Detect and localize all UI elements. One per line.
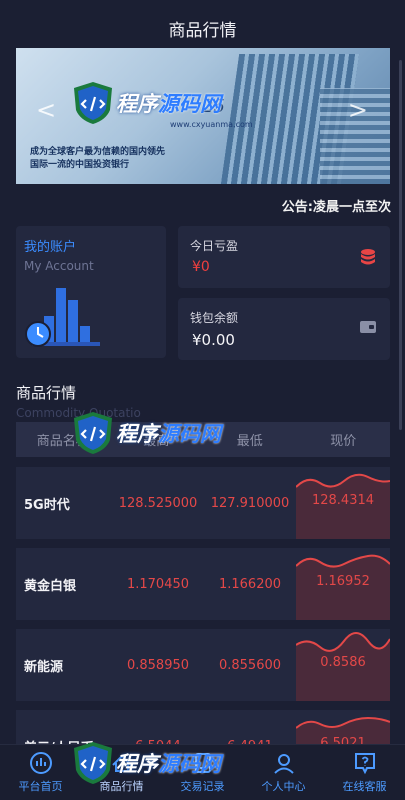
watermark-logo: 程序源码网 www.cxyuanma.com: [72, 80, 253, 129]
scrollbar[interactable]: [399, 60, 402, 430]
today-pnl-value: ¥0: [192, 259, 210, 275]
row-current: 128.4314: [311, 493, 375, 508]
nav-support[interactable]: 在线客服: [324, 745, 405, 800]
user-icon: [273, 754, 294, 774]
nav-market-label: 商品行情: [99, 780, 144, 793]
nav-support-label: 在线客服: [342, 780, 387, 793]
nav-market[interactable]: 商品行情: [81, 745, 162, 800]
today-pnl-label: 今日亏盈: [190, 239, 239, 253]
row-low: 0.855600: [218, 657, 282, 673]
record-icon: [194, 753, 211, 773]
row-low: 127.910000: [210, 495, 290, 511]
market-section-title: 商品行情: [16, 384, 77, 402]
row-name: 5G时代: [24, 497, 70, 513]
wallet-icon: [360, 321, 376, 333]
nav-records[interactable]: 交易记录: [162, 745, 243, 800]
banner-badge: 25: [202, 96, 225, 117]
nav-profile[interactable]: 个人中心: [243, 745, 324, 800]
row-high: 0.858950: [126, 657, 190, 673]
nav-home[interactable]: 平台首页: [0, 745, 81, 800]
promo-banner[interactable]: < > 25 成为全球客户最为信赖的国内领先 国际一流的中国投资银行 程序源码网…: [16, 48, 390, 184]
nav-records-label: 交易记录: [180, 780, 225, 793]
wallet-balance-card[interactable]: 钱包余额 ¥0.00: [178, 298, 390, 360]
market-row[interactable]: 新能源 0.858950 0.855600 0.8586: [16, 629, 390, 701]
banner-tagline-1: 成为全球客户最为信赖的国内领先: [30, 147, 166, 157]
banner-next-arrow[interactable]: >: [348, 96, 368, 124]
coins-icon: [361, 249, 375, 265]
page-title: 商品行情: [168, 20, 237, 41]
col-name: 商品名称: [36, 434, 89, 449]
nav-profile-label: 个人中心: [261, 780, 306, 793]
bar-chart-clock-icon: [25, 288, 100, 347]
row-current: 1.16952: [316, 574, 370, 589]
row-current-cell: 0.8586: [296, 629, 390, 701]
account-subtitle: My Account: [24, 259, 94, 273]
col-high: 最高: [143, 434, 170, 449]
col-current: 现价: [330, 434, 357, 449]
market-table-header: 商品名称 最高 最低 现价: [16, 422, 390, 457]
market-section-subtitle: Commodity Quotatio: [16, 406, 141, 420]
watermark-shield-icon: [74, 82, 112, 124]
wallet-value: ¥0.00: [192, 331, 235, 349]
row-high: 1.170450: [126, 576, 190, 592]
col-low: 最低: [236, 434, 263, 449]
watermark-text-1: 程序: [116, 92, 158, 116]
row-current-cell: 1.16952: [296, 548, 390, 620]
banner-tagline-2: 国际一流的中国投资银行: [30, 160, 130, 170]
banner-prev-arrow[interactable]: <: [36, 96, 56, 124]
nav-home-label: 平台首页: [18, 780, 63, 793]
row-high: 128.525000: [118, 495, 198, 511]
help-chat-icon: [354, 753, 375, 775]
row-current: 0.8586: [320, 655, 366, 670]
row-current-cell: 128.4314: [296, 467, 390, 539]
wallet-label: 钱包余额: [190, 311, 239, 325]
notice-marquee[interactable]: 公告:凌晨一点至次: [282, 196, 391, 215]
bottom-nav: 平台首页 商品行情 交易记录 个人中心 在线客服: [0, 744, 405, 800]
market-icon: [111, 754, 132, 772]
my-account-card[interactable]: 我的账户 My Account: [16, 226, 166, 358]
row-name: 新能源: [24, 659, 64, 675]
today-pnl-card[interactable]: 今日亏盈 ¥0: [178, 226, 390, 288]
home-coin-icon: [29, 752, 52, 774]
row-low: 1.166200: [218, 576, 282, 592]
account-title: 我的账户: [24, 240, 77, 255]
market-row[interactable]: 黄金白银 1.170450 1.166200 1.16952: [16, 548, 390, 620]
market-row[interactable]: 5G时代 128.525000 127.910000 128.4314: [16, 467, 390, 539]
row-name: 黄金白银: [24, 578, 77, 594]
